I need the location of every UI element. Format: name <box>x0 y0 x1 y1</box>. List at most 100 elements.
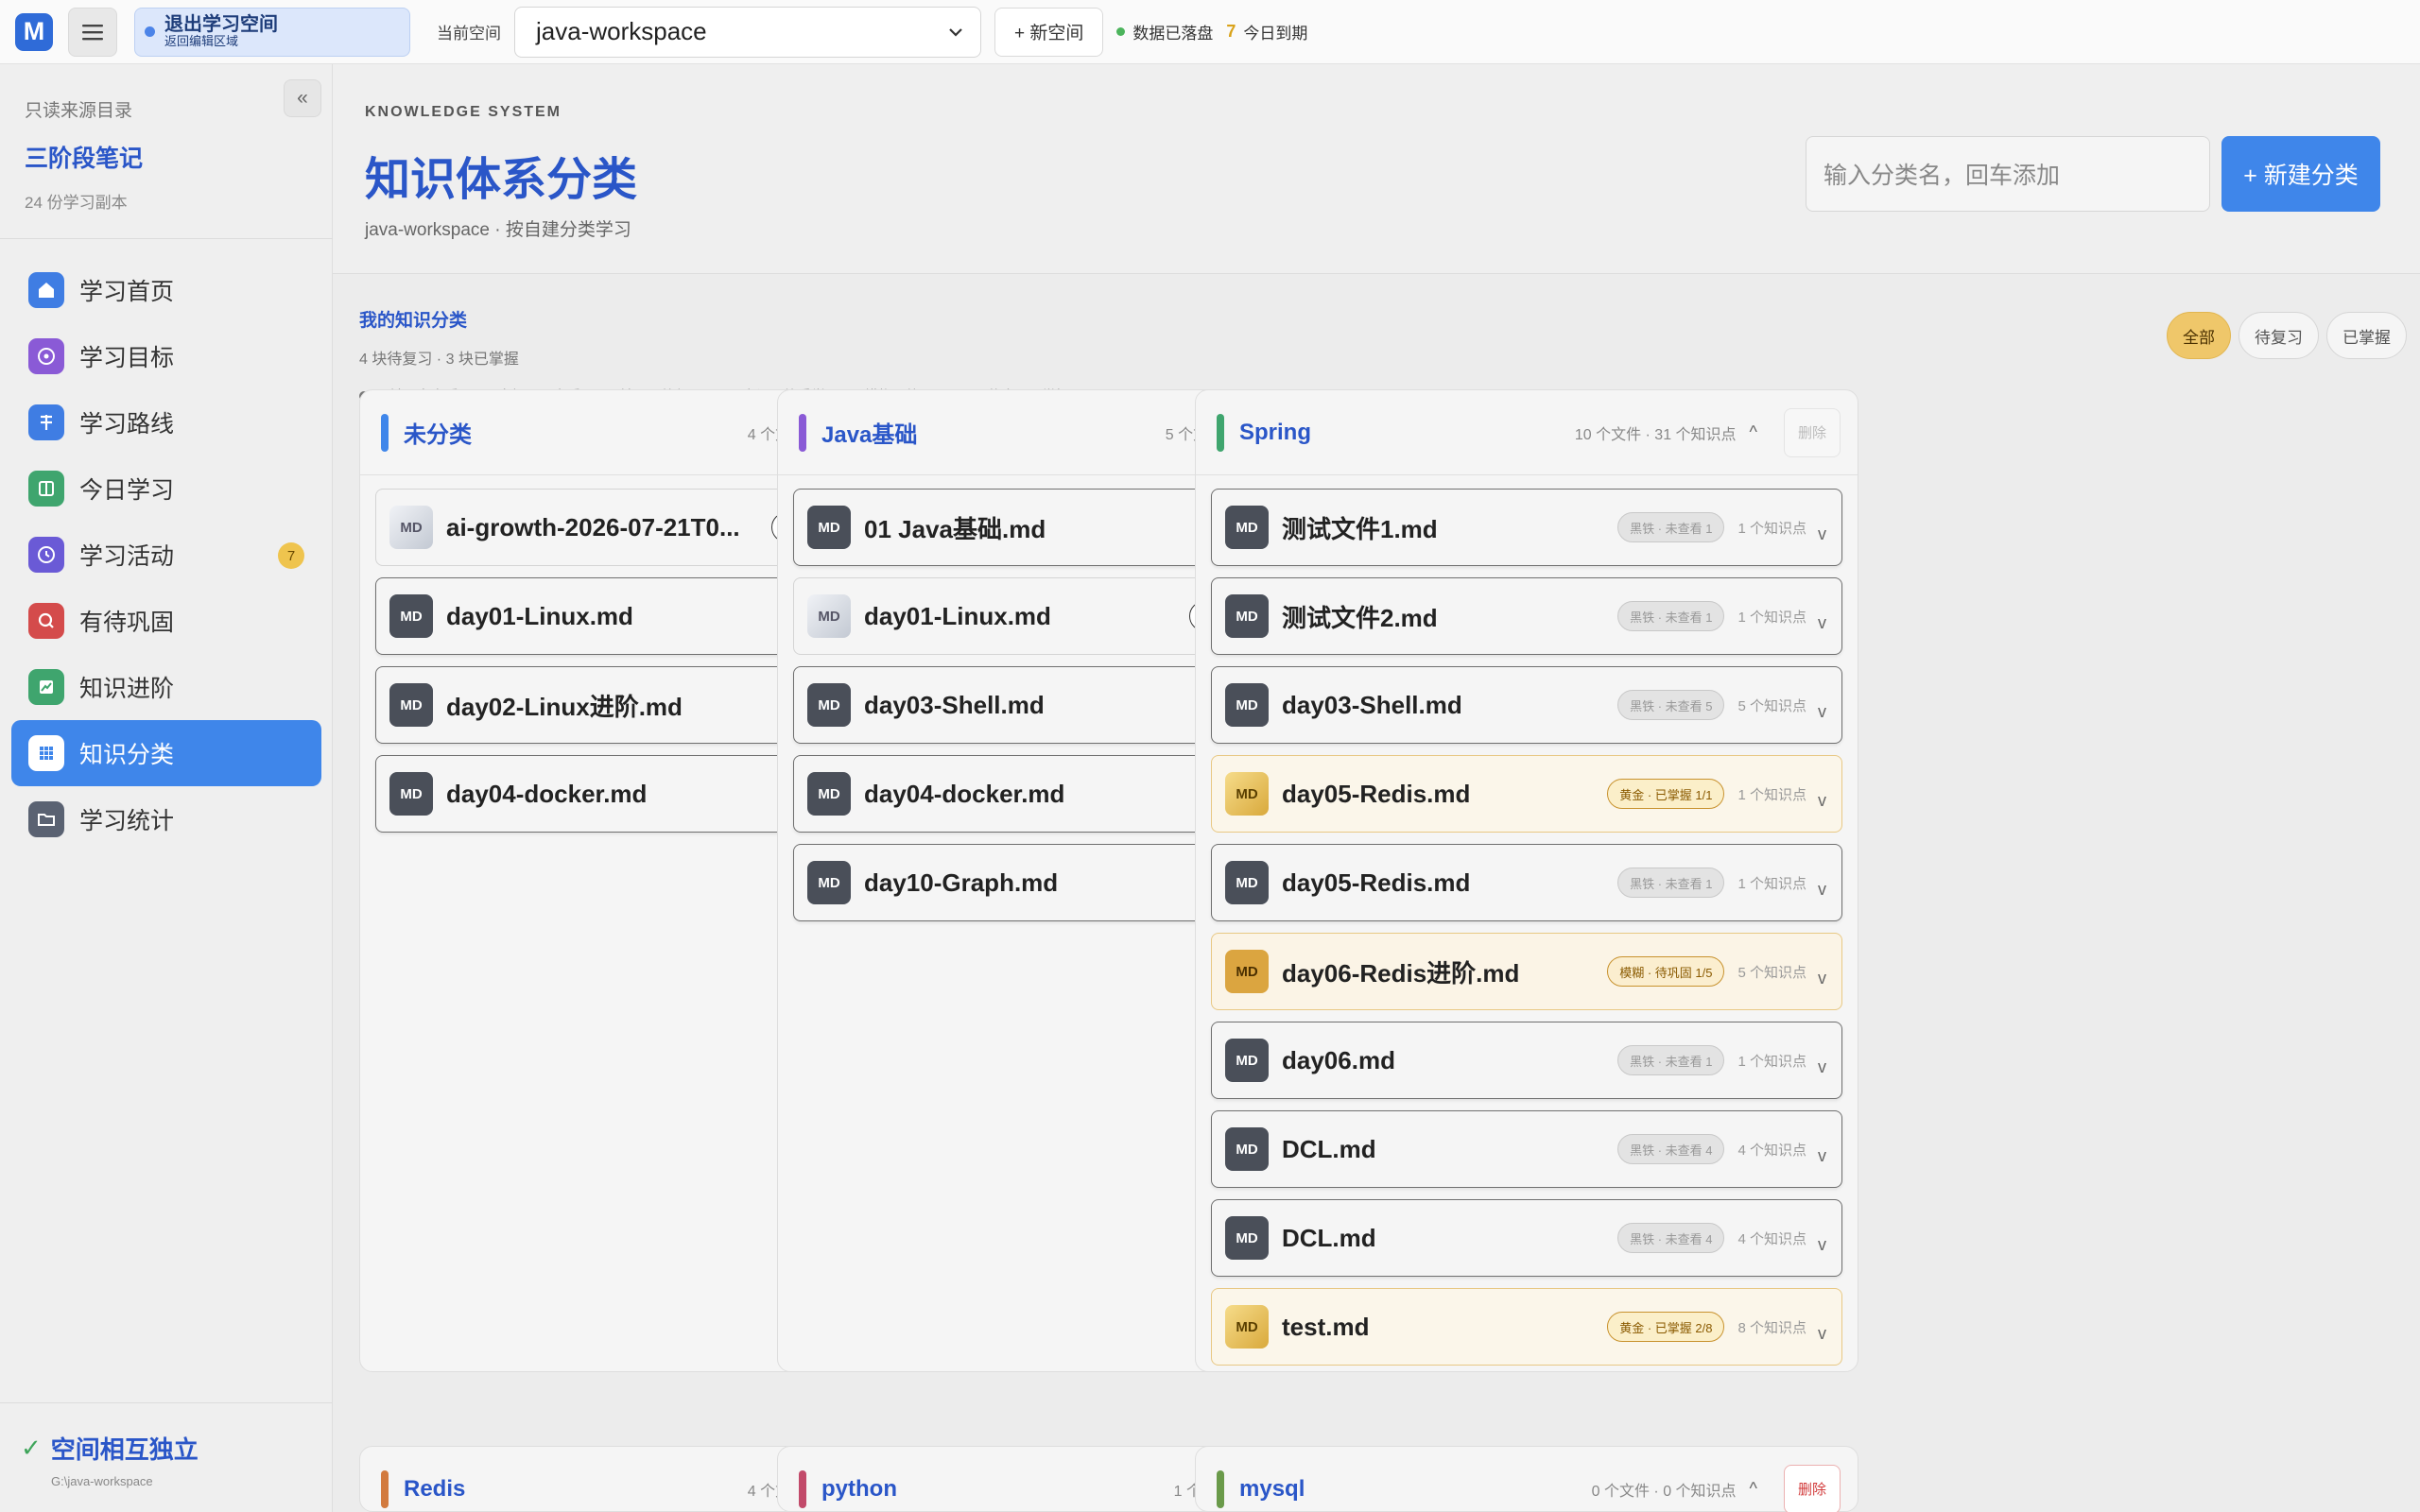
category-name: Spring <box>1239 419 1311 445</box>
sidebar-item-search[interactable]: 有待巩固 <box>11 588 321 654</box>
route-icon <box>28 404 64 440</box>
file-card[interactable]: MD day05-Redis.md 黑铁 · 未查看 1 1 个知识点 v <box>1211 844 1842 921</box>
sidebar-item-chart[interactable]: 知识进阶 <box>11 654 321 720</box>
file-name: day01-Linux.md <box>446 601 633 630</box>
sidebar-item-label: 今日学习 <box>79 477 175 504</box>
file-card[interactable]: MD day06-Redis进阶.md 模糊 · 待巩固 1/5 5 个知识点 v <box>1211 933 1842 1010</box>
main-content: KNOWLEDGE SYSTEM 知识体系分类 java-workspace ·… <box>333 64 2420 1512</box>
markdown-file-icon: MD <box>389 506 433 549</box>
markdown-file-icon: MD <box>1225 1127 1269 1171</box>
file-card[interactable]: MD day03-Shell.md 黑铁 · 未查看 5 5 个知识点 v <box>1211 666 1842 744</box>
chart-icon <box>28 669 64 705</box>
clock-icon <box>28 537 64 573</box>
file-name: DCL.md <box>1282 1134 1376 1163</box>
tier-badge: 黑铁 · 未查看 1 <box>1617 601 1725 631</box>
knowledge-point-count: 1 个知识点 <box>1737 875 1806 892</box>
category-color-bar <box>799 1469 806 1508</box>
file-card[interactable]: MD DCL.md 黑铁 · 未查看 4 4 个知识点 v <box>1211 1110 1842 1188</box>
markdown-file-icon: MD <box>1225 772 1269 816</box>
markdown-file-icon: MD <box>1225 950 1269 993</box>
knowledge-point-count: 1 个知识点 <box>1737 1053 1806 1070</box>
tier-badge: 黑铁 · 未查看 5 <box>1617 690 1725 720</box>
divider <box>0 1402 333 1403</box>
filter-button[interactable]: 全部 <box>2167 312 2231 359</box>
file-card[interactable]: MD DCL.md 黑铁 · 未查看 4 4 个知识点 v <box>1211 1199 1842 1277</box>
expand-chevron-icon[interactable]: v <box>1818 880 1826 900</box>
filter-button[interactable]: 待复习 <box>2238 312 2319 359</box>
due-count: 7 <box>1226 22 1236 41</box>
sidebar-item-label: 学习路线 <box>79 411 175 438</box>
menu-button[interactable] <box>68 7 117 57</box>
markdown-file-icon: MD <box>1225 1216 1269 1260</box>
page-subtitle: java-workspace · 按自建分类学习 <box>365 220 631 240</box>
delete-category-button[interactable]: 删除 <box>1784 407 1841 457</box>
category-color-bar <box>381 1469 389 1508</box>
new-space-button[interactable]: + 新空间 <box>994 7 1104 57</box>
hamburger-icon <box>82 24 103 40</box>
markdown-file-icon: MD <box>389 772 433 816</box>
collapse-caret-icon[interactable]: ^ <box>1750 1479 1757 1499</box>
collapse-caret-icon[interactable]: ^ <box>1750 422 1757 442</box>
file-name: ai-growth-2026-07-21T0... <box>446 512 740 541</box>
file-card[interactable]: MD 测试文件1.md 黑铁 · 未查看 1 1 个知识点 v <box>1211 489 1842 566</box>
tier-badge: 模糊 · 待巩固 1/5 <box>1607 956 1725 987</box>
expand-chevron-icon[interactable]: v <box>1818 1057 1826 1077</box>
file-card[interactable]: MD day05-Redis.md 黄金 · 已掌握 1/1 1 个知识点 v <box>1211 755 1842 833</box>
file-name: test.md <box>1282 1312 1370 1341</box>
file-card[interactable]: MD day06.md 黑铁 · 未查看 1 1 个知识点 v <box>1211 1022 1842 1099</box>
sidebar-item-folder[interactable]: 学习统计 <box>11 786 321 852</box>
page-eyebrow: KNOWLEDGE SYSTEM <box>365 104 562 120</box>
file-name: day05-Redis.md <box>1282 868 1471 897</box>
file-name: day06.md <box>1282 1045 1395 1074</box>
category-meta: 0 个文件 · 0 个知识点 <box>1591 1483 1737 1500</box>
page-header: KNOWLEDGE SYSTEM 知识体系分类 java-workspace ·… <box>333 64 2420 274</box>
sidebar-item-label: 学习首页 <box>79 279 175 305</box>
markdown-file-icon: MD <box>1225 506 1269 549</box>
expand-chevron-icon[interactable]: v <box>1818 791 1826 811</box>
markdown-file-icon: MD <box>1225 861 1269 904</box>
markdown-file-icon: MD <box>807 683 851 727</box>
status-dot-icon <box>145 26 155 37</box>
expand-chevron-icon[interactable]: v <box>1818 702 1826 722</box>
expand-chevron-icon[interactable]: v <box>1818 1235 1826 1255</box>
markdown-file-icon: MD <box>1225 683 1269 727</box>
app-logo[interactable]: M <box>15 12 53 51</box>
category-name: python <box>821 1475 897 1502</box>
new-category-button[interactable]: + 新建分类 <box>2221 136 2380 212</box>
sidebar-nav: 学习首页学习目标学习路线今日学习学习活动 7 有待巩固 知识进阶 知识分类学习统计 <box>11 257 321 852</box>
file-card[interactable]: MD test.md 黄金 · 已掌握 2/8 8 个知识点 v <box>1211 1288 1842 1366</box>
category-name-input[interactable]: 输入分类名，回车添加 <box>1806 136 2210 212</box>
file-name: day02-Linux进阶.md <box>446 692 683 721</box>
filter-button[interactable]: 已掌握 <box>2326 312 2407 359</box>
knowledge-point-count: 1 个知识点 <box>1737 609 1806 626</box>
category-name: Redis <box>404 1475 466 1502</box>
sidebar-item-route[interactable]: 学习路线 <box>11 389 321 455</box>
knowledge-point-count: 5 个知识点 <box>1737 964 1806 981</box>
markdown-file-icon: MD <box>1225 1305 1269 1349</box>
sidebar-item-grid[interactable]: 知识分类 <box>11 720 321 786</box>
delete-category-button[interactable]: 删除 <box>1784 1464 1841 1512</box>
expand-chevron-icon[interactable]: v <box>1818 969 1826 988</box>
tier-badge: 黑铁 · 未查看 1 <box>1617 512 1725 542</box>
grid-icon <box>28 735 64 771</box>
sidebar-item-label: 学习统计 <box>79 808 175 834</box>
tier-badge: 黑铁 · 未查看 1 <box>1617 868 1725 898</box>
expand-chevron-icon[interactable]: v <box>1818 524 1826 544</box>
expand-chevron-icon[interactable]: v <box>1818 1146 1826 1166</box>
expand-chevron-icon[interactable]: v <box>1818 613 1826 633</box>
file-card[interactable]: MD 测试文件2.md 黑铁 · 未查看 1 1 个知识点 v <box>1211 577 1842 655</box>
sidebar-item-book[interactable]: 今日学习 <box>11 455 321 522</box>
collapse-sidebar-button[interactable]: « <box>284 79 321 117</box>
expand-chevron-icon[interactable]: v <box>1818 1324 1826 1344</box>
sidebar-item-home[interactable]: 学习首页 <box>11 257 321 323</box>
sidebar-item-clock[interactable]: 学习活动 7 <box>11 522 321 588</box>
markdown-file-icon: MD <box>807 772 851 816</box>
sidebar-item-target[interactable]: 学习目标 <box>11 323 321 389</box>
category-column: Spring 10 个文件 · 31 个知识点 ^ 删除 MD 测试文件1.md 黑铁 · … <box>1195 389 1858 1372</box>
target-icon <box>28 338 64 374</box>
space-select[interactable]: java-workspace <box>514 6 981 58</box>
exit-study-space-button[interactable]: 退出学习空间 返回编辑区域 <box>134 7 410 57</box>
page-title: 知识体系分类 <box>365 155 638 205</box>
space-select-value: java-workspace <box>536 17 707 45</box>
file-name: day05-Redis.md <box>1282 779 1471 808</box>
